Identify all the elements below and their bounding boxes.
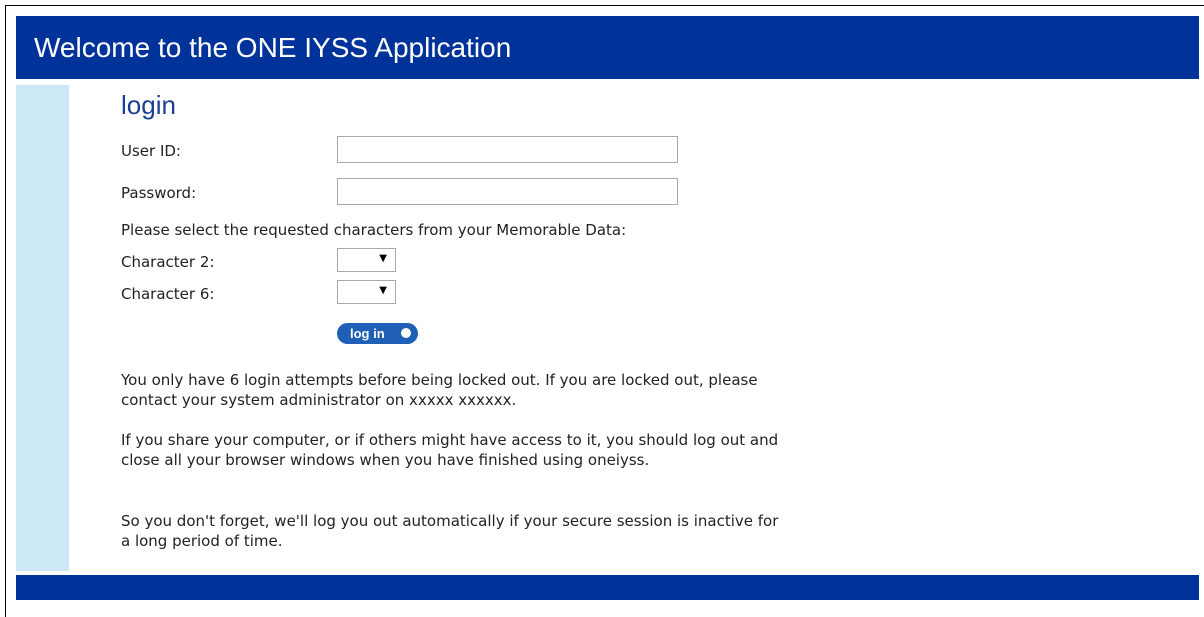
user-id-input[interactable] [337, 136, 678, 163]
app-header: Welcome to the ONE IYSS Application [16, 16, 1199, 79]
character-2-label: Character 2: [121, 253, 215, 271]
caret-down-icon: ▼ [379, 253, 387, 264]
sidebar-strip [16, 85, 69, 571]
shared-computer-notice: If you share your computer, or if others… [121, 431, 779, 469]
user-id-label: User ID: [121, 142, 181, 160]
login-button[interactable]: log in [337, 323, 418, 344]
app-footer [16, 575, 1199, 600]
page-title: login [121, 90, 176, 120]
circle-icon [401, 328, 411, 338]
login-button-label: log in [350, 326, 385, 341]
character-6-label: Character 6: [121, 285, 215, 303]
password-input[interactable] [337, 178, 678, 205]
caret-down-icon: ▼ [379, 285, 387, 296]
login-attempts-notice: You only have 6 login attempts before be… [121, 371, 758, 409]
app-title: Welcome to the ONE IYSS Application [34, 32, 512, 63]
character-2-select[interactable]: ▼ [337, 248, 396, 272]
character-6-select[interactable]: ▼ [337, 280, 396, 304]
memorable-data-prompt: Please select the requested characters f… [121, 221, 627, 239]
auto-logout-notice: So you don't forget, we'll log you out a… [121, 512, 779, 550]
password-label: Password: [121, 184, 197, 202]
